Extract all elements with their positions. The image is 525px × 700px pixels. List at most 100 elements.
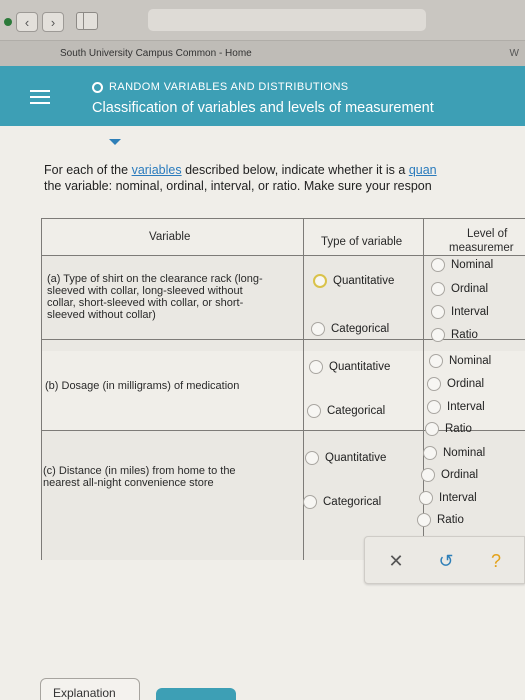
topic-row: RANDOM VARIABLES AND DISTRIBUTIONS <box>92 81 349 93</box>
nav-group: ‹ › <box>4 12 64 32</box>
radio-c-ratio[interactable]: Ratio <box>417 513 464 527</box>
variable-c-line: (c) Distance (in miles) from home to the <box>43 465 236 477</box>
radio-circle-icon <box>419 491 433 505</box>
radio-b-interval[interactable]: Interval <box>427 400 485 414</box>
check-button[interactable] <box>156 688 236 700</box>
radio-circle-icon <box>429 354 443 368</box>
radio-circle-icon <box>303 495 317 509</box>
radio-label: Ratio <box>437 514 464 526</box>
variable-b-line: (b) Dosage (in milligrams) of medication <box>45 380 240 392</box>
main-content: For each of the variables described belo… <box>0 126 525 700</box>
page-title: Classification of variables and levels o… <box>92 100 434 116</box>
table-border <box>41 218 525 219</box>
radio-label: Categorical <box>327 405 386 417</box>
instructions-line-1: For each of the variables described belo… <box>44 162 525 178</box>
answer-toolbar: ✕ ↺ ? <box>364 536 525 584</box>
radio-circle-icon <box>431 305 445 319</box>
radio-circle-icon <box>307 404 321 418</box>
instructions: For each of the variables described belo… <box>44 162 525 194</box>
radio-c-nominal[interactable]: Nominal <box>423 446 485 460</box>
browser-tab[interactable]: South University Campus Common - Home <box>60 48 252 59</box>
variables-link[interactable]: variables <box>132 163 182 177</box>
header-level-1: Level of <box>467 228 508 240</box>
undo-icon[interactable]: ↺ <box>435 550 457 572</box>
instructions-text: For each of the <box>44 163 132 177</box>
radio-c-interval[interactable]: Interval <box>419 491 477 505</box>
variable-a-line: sleeved with collar, long-sleeved withou… <box>47 285 243 297</box>
classification-table: Variable Type of variable Level of measu… <box>41 218 525 560</box>
explanation-button[interactable]: Explanation <box>40 678 140 700</box>
table-border <box>41 255 525 256</box>
radio-label: Ratio <box>445 423 472 435</box>
radio-circle-icon <box>427 377 441 391</box>
variable-a-line: (a) Type of shirt on the clearance rack … <box>47 273 263 285</box>
radio-label: Interval <box>447 401 485 413</box>
radio-b-ordinal[interactable]: Ordinal <box>427 377 484 391</box>
radio-circle-icon <box>417 513 431 527</box>
browser-tab-partial[interactable]: W <box>510 48 519 59</box>
radio-a-ordinal[interactable]: Ordinal <box>431 282 488 296</box>
radio-label: Interval <box>439 492 477 504</box>
radio-label: Ordinal <box>451 283 489 295</box>
radio-circle-icon <box>425 422 439 436</box>
radio-b-nominal[interactable]: Nominal <box>429 354 491 368</box>
radio-a-nominal[interactable]: Nominal <box>431 258 493 272</box>
window-dot-icon <box>4 18 12 26</box>
table-border <box>41 218 42 560</box>
header-level-2: measuremer <box>449 242 514 254</box>
radio-circle-icon <box>423 446 437 460</box>
radio-label: Nominal <box>449 355 492 367</box>
variable-c-line: nearest all-night convenience store <box>43 477 214 489</box>
instructions-text: described below, indicate whether it is … <box>181 163 409 177</box>
chevron-down-icon[interactable] <box>109 139 121 145</box>
radio-label: Ordinal <box>447 378 485 390</box>
radio-label: Quantitative <box>329 361 391 373</box>
radio-a-ratio[interactable]: Ratio <box>431 328 478 342</box>
address-bar[interactable] <box>148 9 426 31</box>
radio-label: Categorical <box>331 323 390 335</box>
browser-toolbar: ‹ › <box>0 0 525 40</box>
tab-strip: South University Campus Common - Home W <box>0 40 525 66</box>
topic-label: RANDOM VARIABLES AND DISTRIBUTIONS <box>109 81 349 93</box>
radio-circle-icon <box>431 282 445 296</box>
table-border <box>423 218 424 560</box>
help-icon[interactable]: ? <box>485 550 507 572</box>
topic-circle-icon <box>92 81 103 93</box>
radio-circle-icon <box>427 400 441 414</box>
radio-circle-icon <box>305 451 319 465</box>
variable-a-line: sleeved without collar) <box>47 309 156 321</box>
radio-label: Quantitative <box>325 452 387 464</box>
radio-circle-icon <box>311 322 325 336</box>
radio-circle-icon <box>431 328 445 342</box>
back-button[interactable]: ‹ <box>16 12 38 32</box>
instructions-line-2: the variable: nominal, ordinal, interval… <box>44 179 432 193</box>
radio-c-quantitative[interactable]: Quantitative <box>305 451 386 465</box>
radio-label: Categorical <box>323 496 382 508</box>
forward-button[interactable]: › <box>42 12 64 32</box>
menu-icon[interactable] <box>30 88 50 106</box>
radio-c-ordinal[interactable]: Ordinal <box>421 468 478 482</box>
radio-a-interval[interactable]: Interval <box>431 305 489 319</box>
radio-circle-icon <box>431 258 445 272</box>
header-variable: Variable <box>149 231 191 243</box>
radio-a-categorical[interactable]: Categorical <box>311 322 389 336</box>
variable-a-line: collar, short-sleeved with collar, or sh… <box>47 297 244 309</box>
radio-label: Nominal <box>443 447 486 459</box>
radio-b-ratio[interactable]: Ratio <box>425 422 472 436</box>
quantitative-link[interactable]: quan <box>409 163 437 177</box>
app-header: RANDOM VARIABLES AND DISTRIBUTIONS Class… <box>0 66 525 126</box>
sidebar-toggle-icon[interactable] <box>76 12 98 30</box>
explanation-label: Explanation <box>53 686 116 700</box>
radio-circle-icon <box>309 360 323 374</box>
radio-circle-icon <box>313 274 327 288</box>
radio-b-quantitative[interactable]: Quantitative <box>309 360 390 374</box>
radio-circle-icon <box>421 468 435 482</box>
radio-a-quantitative[interactable]: Quantitative <box>313 274 394 288</box>
radio-label: Ratio <box>451 329 478 341</box>
radio-b-categorical[interactable]: Categorical <box>307 404 385 418</box>
radio-label: Quantitative <box>333 275 395 287</box>
radio-c-categorical[interactable]: Categorical <box>303 495 381 509</box>
clear-x-icon[interactable]: ✕ <box>385 550 407 572</box>
radio-label: Ordinal <box>441 469 479 481</box>
radio-label: Nominal <box>451 259 494 271</box>
